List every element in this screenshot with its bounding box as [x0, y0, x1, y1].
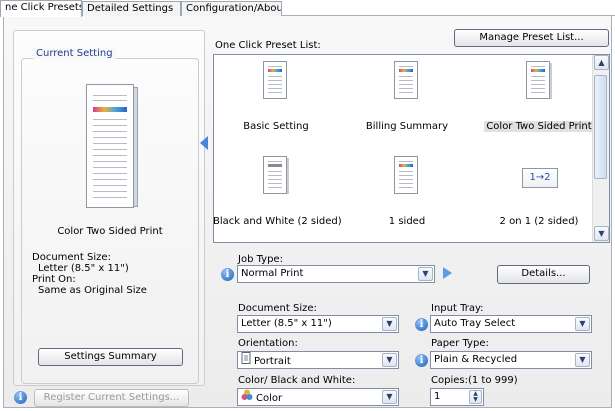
preset-label: Basic Setting — [243, 121, 309, 132]
color-two-sided-document-icon — [526, 61, 550, 99]
chevron-down-icon: ▼ — [382, 353, 397, 367]
preset-list-label: One Click Preset List: — [215, 40, 321, 51]
job-type-value: Normal Print — [241, 268, 304, 279]
preset-label: 2 on 1 (2 sided) — [499, 216, 579, 227]
preset-label: Billing Summary — [365, 121, 449, 132]
color-dots-icon — [241, 389, 253, 405]
scroll-up-icon[interactable]: ▲ — [594, 55, 609, 70]
color-document-icon — [394, 61, 418, 99]
register-current-settings-button: Register Current Settings... — [34, 389, 189, 407]
copies-label: Copies:(1 to 999) — [431, 375, 518, 386]
chevron-down-icon: ▼ — [575, 317, 590, 331]
preset-label-selected: Color Two Sided Print — [484, 121, 594, 132]
document-size-label: Document Size: — [238, 303, 317, 314]
selection-pointer-arrow-icon — [200, 136, 208, 150]
job-type-label: Job Type: — [238, 254, 283, 265]
chevron-down-icon: ▼ — [382, 317, 397, 331]
preset-label: Black and White (2 sided) — [213, 216, 342, 227]
print-on-summary: Same as Original Size — [38, 285, 147, 296]
preset-item-1-sided[interactable]: 1 sided — [344, 150, 470, 244]
input-tray-value: Auto Tray Select — [434, 318, 516, 329]
print-on-caption: Print On: — [32, 274, 76, 285]
details-button[interactable]: Details... — [497, 265, 590, 284]
chevron-down-icon: ▼ — [418, 267, 433, 281]
chevron-down-icon: ▼ — [382, 390, 397, 404]
preset-item-billing-summary[interactable]: Billing Summary — [344, 55, 470, 149]
color-mode-select[interactable]: Color ▼ — [237, 388, 399, 406]
preset-item-black-and-white-2-sided[interactable]: Black and White (2 sided) — [213, 150, 342, 244]
scroll-down-icon[interactable]: ▼ — [594, 226, 609, 241]
chevron-down-icon: ▼ — [575, 353, 590, 367]
info-icon[interactable]: i — [14, 391, 27, 404]
back-page-edge — [550, 63, 552, 99]
color-document-icon — [394, 156, 418, 194]
grayscale-document-icon — [263, 156, 287, 194]
orientation-value: Portrait — [254, 356, 291, 367]
portrait-page-icon — [241, 352, 251, 368]
tab-bar: ne Click Presets Detailed Settings Confi… — [0, 0, 615, 17]
document-size-caption: Document Size: — [32, 252, 111, 263]
scrollbar-thumb[interactable] — [594, 75, 607, 179]
paper-type-select[interactable]: Plain & Recycled ▼ — [430, 351, 592, 369]
copies-value: 1 — [434, 391, 441, 402]
tab-one-click-presets[interactable]: ne Click Presets — [0, 0, 82, 17]
copies-spinner[interactable]: 1 ▲ ▼ — [430, 388, 484, 406]
preset-label: 1 sided — [388, 216, 426, 227]
job-type-select[interactable]: Normal Print ▼ — [237, 265, 435, 283]
paper-type-value: Plain & Recycled — [434, 354, 518, 365]
preset-item-basic-setting[interactable]: Basic Setting — [213, 55, 339, 149]
color-mode-label: Color/ Black and White: — [238, 375, 356, 386]
back-page-edge — [287, 158, 289, 194]
info-icon[interactable]: i — [415, 354, 428, 367]
document-size-select[interactable]: Letter (8.5" x 11") ▼ — [237, 315, 399, 333]
settings-summary-button[interactable]: Settings Summary — [38, 348, 183, 366]
color-document-icon — [263, 61, 287, 99]
orientation-select[interactable]: Portrait ▼ — [237, 351, 399, 369]
two-on-one-icon: 1→2 — [522, 168, 558, 188]
orientation-label: Orientation: — [238, 338, 298, 349]
info-icon[interactable]: i — [415, 318, 428, 331]
document-size-summary: Letter (8.5" x 11") — [38, 263, 129, 274]
tab-detailed-settings[interactable]: Detailed Settings — [82, 1, 181, 16]
input-tray-select[interactable]: Auto Tray Select ▼ — [430, 315, 592, 333]
current-preset-name: Color Two Sided Print — [57, 226, 163, 237]
document-size-value: Letter (8.5" x 11") — [241, 318, 332, 329]
manage-preset-list-button[interactable]: Manage Preset List... — [454, 29, 609, 47]
preset-item-2-on-1-2-sided[interactable]: 1→2 2 on 1 (2 sided) — [476, 150, 602, 244]
input-tray-label: Input Tray: — [431, 303, 484, 314]
preset-listbox[interactable]: Basic Setting Billing Summary Color Two … — [213, 54, 610, 243]
paper-type-label: Paper Type: — [431, 338, 489, 349]
current-setting-label: Current Setting — [33, 48, 116, 59]
document-preview-back-page — [134, 87, 138, 207]
color-mode-value: Color — [256, 393, 283, 404]
tab-configuration-about[interactable]: Configuration/About — [181, 1, 282, 16]
info-icon[interactable]: i — [221, 268, 234, 281]
preset-item-color-two-sided-print[interactable]: Color Two Sided Print — [476, 55, 602, 149]
play-arrow-icon — [443, 267, 452, 279]
document-preview-icon — [86, 84, 134, 208]
spinner-arrows-icon[interactable]: ▲ ▼ — [469, 390, 482, 404]
